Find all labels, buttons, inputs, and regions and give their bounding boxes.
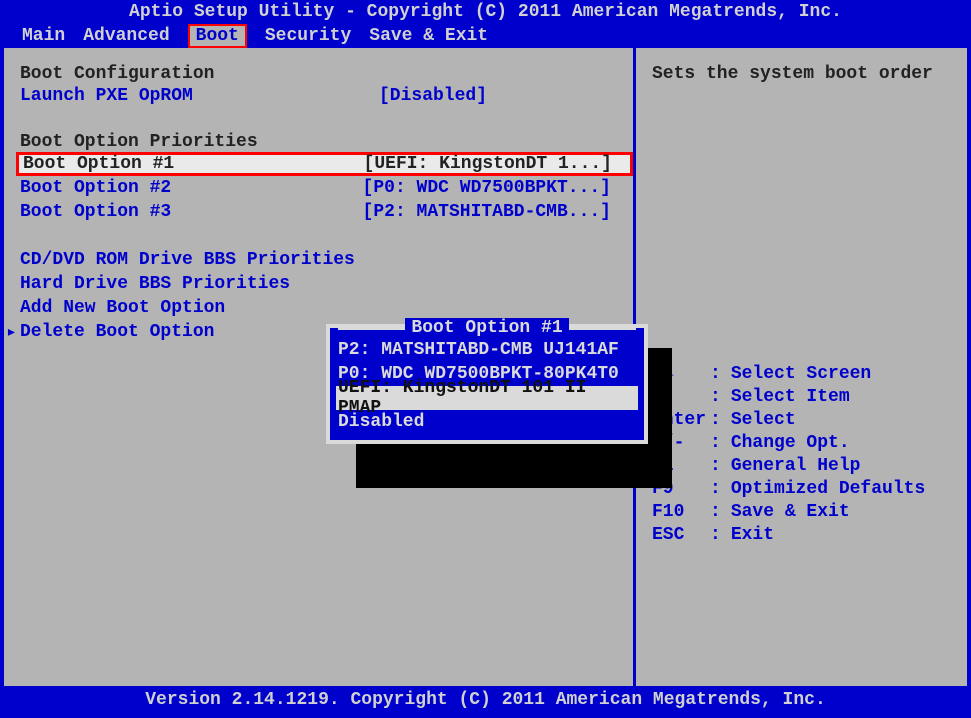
popup-option-0[interactable]: P2: MATSHITABD-CMB UJ141AF (338, 338, 636, 362)
priorities-header: Boot Option Priorities (20, 132, 629, 152)
cd-dvd-bbs-menu[interactable]: CD/DVD ROM Drive BBS Priorities (20, 248, 629, 272)
tab-save-exit[interactable]: Save & Exit (369, 26, 488, 46)
desc-change-opt: Change Opt. (731, 433, 850, 456)
main-area: Boot Configuration Launch PXE OpROM [Dis… (0, 48, 971, 686)
desc-select-screen: Select Screen (731, 364, 871, 387)
desc-defaults: Optimized Defaults (731, 479, 925, 502)
launch-pxe-value: [Disabled] (379, 86, 629, 106)
help-text: Sets the system boot order (652, 64, 959, 84)
boot-option-2-row[interactable]: Boot Option #2 [P0: WDC WD7500BPKT...] (20, 176, 629, 200)
launch-pxe-row[interactable]: Launch PXE OpROM [Disabled] (20, 84, 629, 108)
submenu-arrow-icon: ▸ (6, 321, 17, 343)
footer: Version 2.14.1219. Copyright (C) 2011 Am… (0, 686, 971, 718)
tab-main[interactable]: Main (22, 26, 65, 46)
right-panel: Sets the system boot order →←:Select Scr… (636, 48, 967, 686)
left-panel: Boot Configuration Launch PXE OpROM [Dis… (4, 48, 636, 686)
popup-title-row: Boot Option #1 (338, 318, 636, 338)
tab-advanced[interactable]: Advanced (83, 26, 169, 46)
desc-select: Select (731, 410, 796, 433)
delete-boot-option-label: Delete Boot Option (20, 322, 214, 342)
tab-bar: Main Advanced Boot Security Save & Exit (0, 24, 971, 48)
boot-option-3-row[interactable]: Boot Option #3 [P2: MATSHITABD-CMB...] (20, 200, 629, 224)
popup-title: Boot Option #1 (405, 318, 568, 338)
boot-option-1-label: Boot Option #1 (23, 154, 174, 174)
popup-option-2[interactable]: UEFI: KingstonDT 101 II PMAP (336, 386, 638, 410)
tab-boot[interactable]: Boot (188, 24, 247, 48)
launch-pxe-label: Launch PXE OpROM (20, 86, 193, 106)
desc-select-item: Select Item (731, 387, 850, 410)
key-f10: F10 (652, 502, 710, 525)
boot-option-1-value: [UEFI: KingstonDT 1...] (364, 154, 630, 174)
desc-exit: Exit (731, 525, 774, 548)
boot-option-popup: Boot Option #1 P2: MATSHITABD-CMB UJ141A… (326, 324, 648, 444)
bios-header: Aptio Setup Utility - Copyright (C) 2011… (0, 0, 971, 48)
desc-save-exit: Save & Exit (731, 502, 850, 525)
boot-option-1-row[interactable]: Boot Option #1 [UEFI: KingstonDT 1...] (16, 152, 633, 176)
boot-option-2-label: Boot Option #2 (20, 178, 171, 198)
desc-help: General Help (731, 456, 861, 479)
key-esc: ESC (652, 525, 710, 548)
add-boot-option-menu[interactable]: Add New Boot Option (20, 296, 629, 320)
tab-security[interactable]: Security (265, 26, 351, 46)
boot-option-3-value: [P2: MATSHITABD-CMB...] (363, 202, 629, 222)
boot-config-header: Boot Configuration (20, 64, 629, 84)
boot-option-3-label: Boot Option #3 (20, 202, 171, 222)
hard-drive-bbs-menu[interactable]: Hard Drive BBS Priorities (20, 272, 629, 296)
title: Aptio Setup Utility - Copyright (C) 2011… (0, 2, 971, 24)
boot-option-2-value: [P0: WDC WD7500BPKT...] (363, 178, 629, 198)
